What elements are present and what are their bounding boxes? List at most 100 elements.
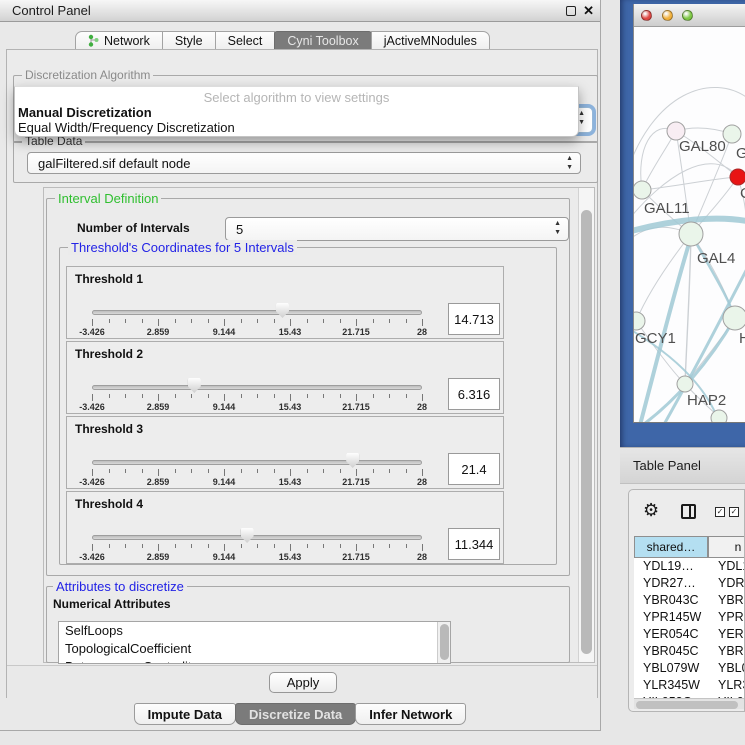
tick-label: 21.715 [326,552,386,562]
dropdown-option-manual-discretization[interactable]: Manual Discretization [18,105,152,120]
checkbox-icon[interactable]: ✓ [729,507,739,517]
list-item[interactable]: TopologicalCoefficient [59,640,450,658]
threshold-value-field[interactable]: 21.4 [448,453,500,485]
numerical-attributes-list[interactable]: SelfLoopsTopologicalCoefficientBetweenne… [58,621,451,664]
tick-label: 2.859 [128,402,188,412]
control-panel-window: Control Panel ✕ NetworkStyleSelectCyni T… [0,0,601,731]
tick-label: 9.144 [194,477,254,487]
network-node-gal4[interactable] [679,222,703,246]
tab-impute-data[interactable]: Impute Data [134,703,236,725]
network-node-hap2[interactable] [677,376,693,392]
cell-name: YDR2 [718,575,745,592]
tick-mark [109,469,110,473]
tab-discretize-data[interactable]: Discretize Data [235,703,356,725]
network-node-gal11[interactable] [634,181,651,199]
scrollbar-thumb[interactable] [440,624,449,660]
slider-track[interactable] [92,535,422,540]
tick-mark [290,319,291,326]
column-header-n[interactable]: n [708,536,745,558]
tick-label: 21.715 [326,327,386,337]
tick-mark [323,544,324,548]
tab-style[interactable]: Style [162,31,216,50]
node-label: GA [736,145,745,162]
tick-label: 28 [392,477,452,487]
tab-infer-network[interactable]: Infer Network [355,703,466,725]
slider-thumb[interactable] [241,528,254,543]
network-node-c[interactable] [730,169,745,185]
vertical-scrollbar[interactable] [578,188,594,662]
tick-mark [191,544,192,548]
table-row[interactable]: YDL19…YDL1 [634,558,745,575]
number-of-intervals-combobox[interactable]: 5 ▲▼ [225,217,569,241]
tick-mark [406,319,407,323]
network-desktop: GAL80GACGAL11GAL4GCY1HHAP2 [620,0,745,447]
network-node-gcy1[interactable] [634,312,645,330]
tick-label: -3.426 [62,402,122,412]
table-row[interactable]: YDR27… YDR2 [634,575,745,592]
group-title: Interval Definition [55,191,161,206]
tick-label: 9.144 [194,327,254,337]
table-row[interactable]: YBR045CYBR0 [634,643,745,660]
list-item[interactable]: BetweennessCentrality [59,658,450,664]
table-panel-title: Table Panel [633,448,701,484]
horizontal-scrollbar[interactable] [634,698,745,709]
list-scrollbar[interactable] [437,622,450,663]
tab-jactivemnodules[interactable]: jActiveMNodules [371,31,490,50]
close-icon[interactable]: ✕ [583,0,594,22]
dropdown-option-equal-width-frequency[interactable]: Equal Width/Frequency Discretization [18,120,235,135]
slider-track[interactable] [92,310,422,315]
network-node-ga[interactable] [723,125,741,143]
checkbox-icon[interactable]: ✓ [715,507,725,517]
float-window-icon[interactable] [566,6,576,16]
node-label: C [740,185,745,202]
table-row[interactable]: YLR345WYLR3 [634,677,745,694]
gear-icon[interactable]: ⚙ [643,500,659,521]
table-data-combobox[interactable]: galFiltered.sif default node ▲▼ [27,152,581,174]
tick-mark [290,469,291,476]
close-traffic-light[interactable] [641,10,652,21]
tab-select[interactable]: Select [215,31,276,50]
table-row[interactable]: YBL079WYBL0 [634,660,745,677]
tick-mark [356,544,357,551]
threshold-label: Threshold 3 [75,422,143,436]
apply-button[interactable]: Apply [269,672,337,693]
table-panel-titlebar: Table Panel [620,447,745,484]
table-row[interactable]: YPR145WYPR1 [634,609,745,626]
tick-mark [191,319,192,323]
scrollbar-thumb[interactable] [581,210,592,654]
column-header-shared[interactable]: shared… [634,536,708,558]
tick-label: 9.144 [194,552,254,562]
tick-mark [274,394,275,398]
tab-cyni-toolbox[interactable]: Cyni Toolbox [274,31,371,50]
slider-thumb[interactable] [276,303,289,318]
slider-thumb[interactable] [188,378,201,393]
split-columns-icon[interactable] [681,504,696,519]
threshold-value-field[interactable]: 14.713 [448,303,500,335]
table-row[interactable]: YER054CYER0 [634,626,745,643]
cell-shared-name: YBR043C [643,592,699,609]
threshold-value-field[interactable]: 11.344 [448,528,500,560]
tick-mark [208,544,209,548]
network-node-h[interactable] [723,306,745,330]
cell-shared-name: YDR27… [643,575,696,592]
tick-mark [224,544,225,551]
slider-track[interactable] [92,385,422,390]
scrollbar-thumb[interactable] [636,701,738,709]
network-node[interactable] [711,410,727,422]
tick-label: 2.859 [128,552,188,562]
tick-mark [373,394,374,398]
slider-thumb[interactable] [346,453,359,468]
tick-mark [175,319,176,323]
minimize-traffic-light[interactable] [662,10,673,21]
tick-mark [109,394,110,398]
cell-shared-name: YDL19… [643,558,694,575]
network-canvas[interactable]: GAL80GACGAL11GAL4GCY1HHAP2 [634,27,745,422]
list-item[interactable]: SelfLoops [59,622,450,640]
table-rows[interactable]: YDL19…YDL1YDR27… YDR2YBR043CYBR0YPR145WYP… [634,558,745,698]
tab-network[interactable]: Network [75,31,163,50]
table-row[interactable]: YBR043CYBR0 [634,592,745,609]
zoom-traffic-light[interactable] [682,10,693,21]
slider-track[interactable] [92,460,422,465]
tick-mark [257,394,258,398]
threshold-value-field[interactable]: 6.316 [448,378,500,410]
